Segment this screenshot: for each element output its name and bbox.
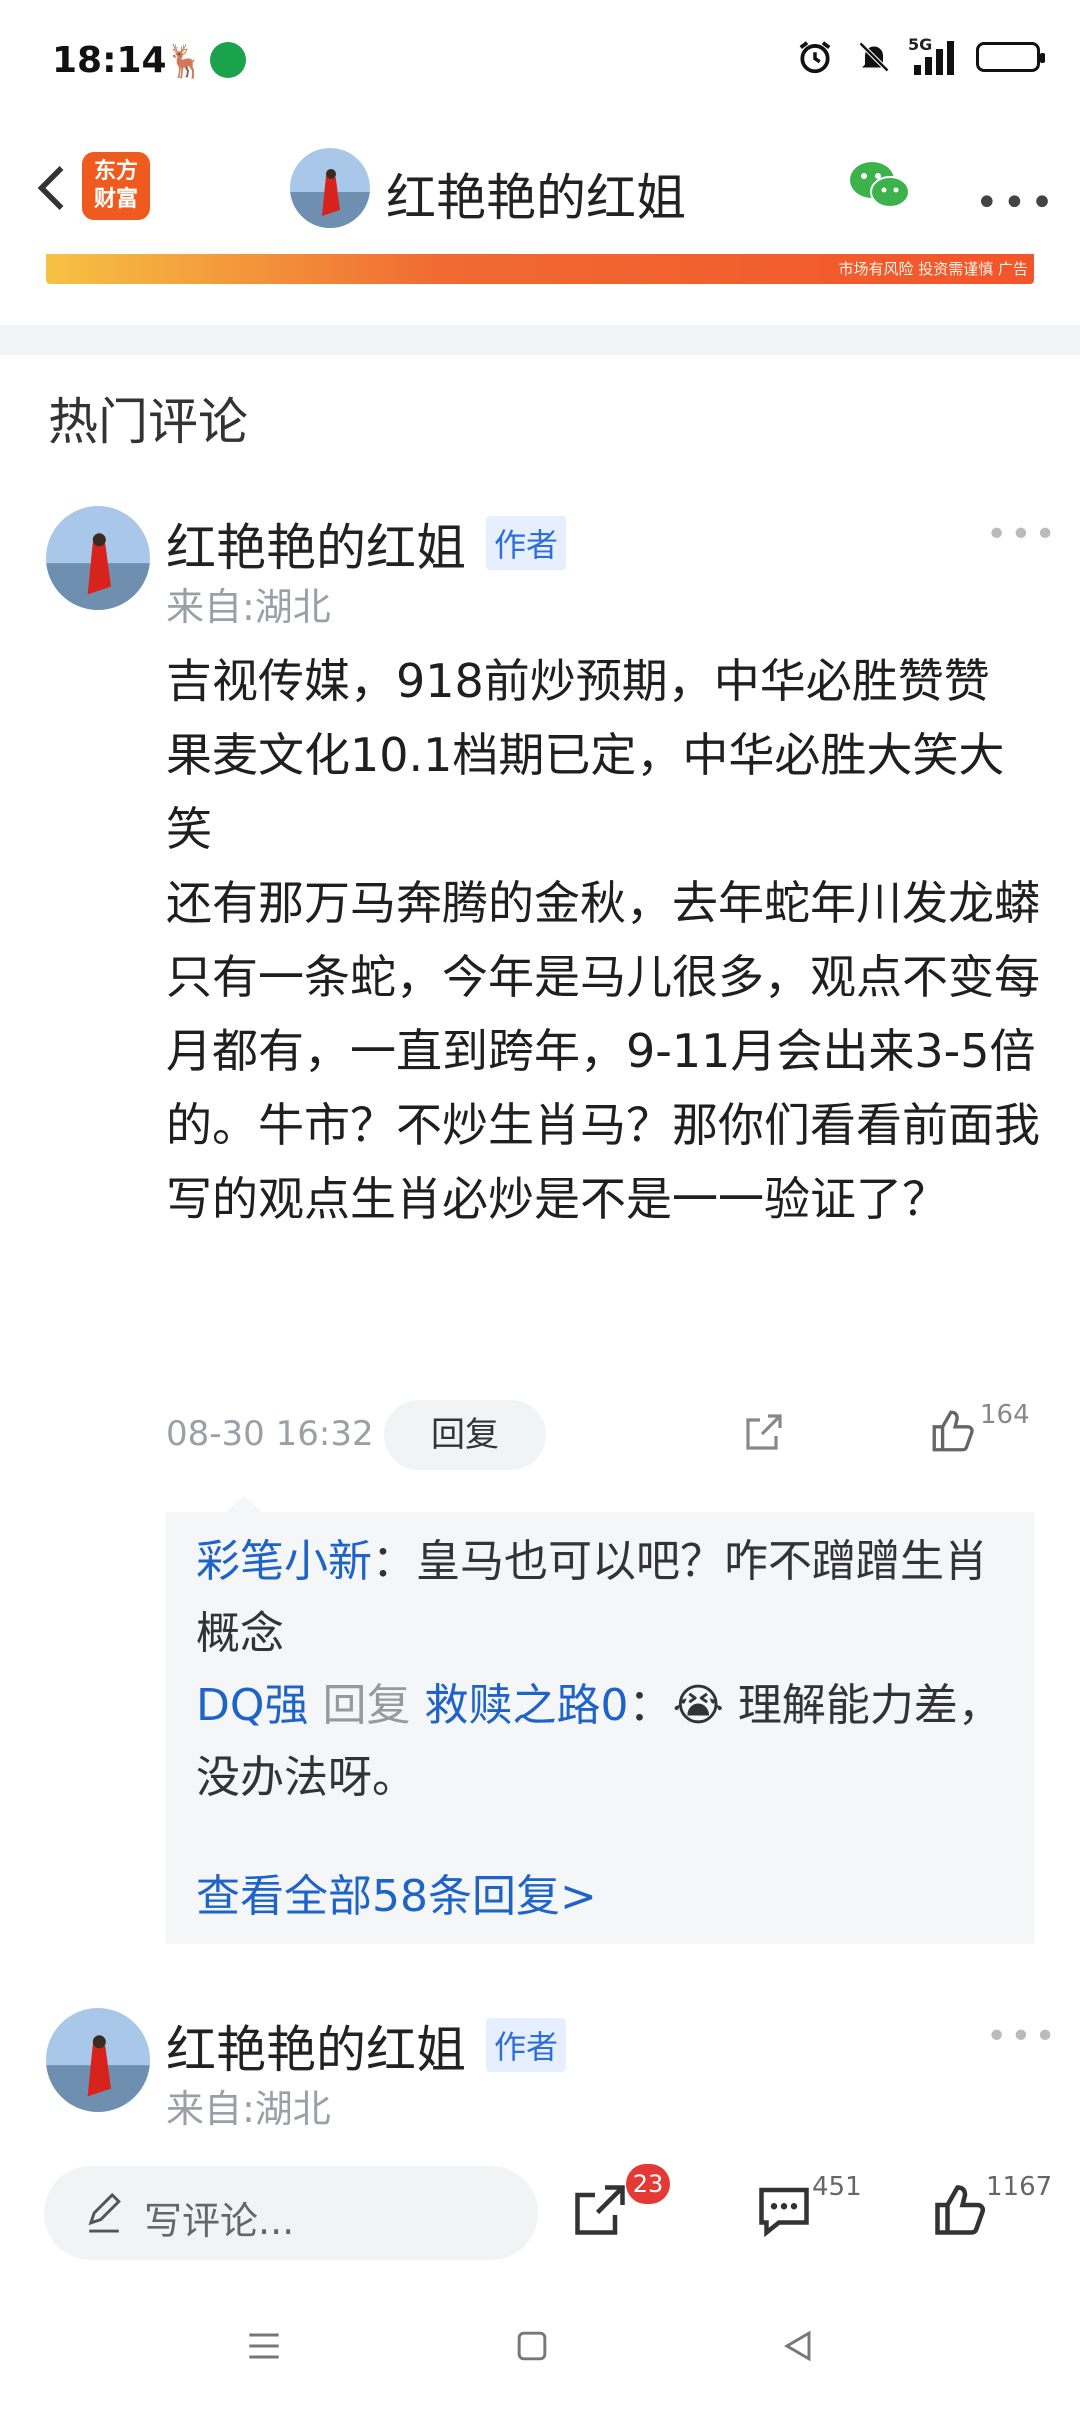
reply-colon: ： <box>628 1680 673 1731</box>
reply-word: 回复 <box>322 1680 411 1731</box>
app-notification-icon: 🦌 <box>165 42 205 80</box>
top-navbar: 东方 财富 红艳艳的红姐 ••• <box>0 140 1080 250</box>
more-options-icon[interactable]: ••• <box>975 180 1058 226</box>
avatar[interactable] <box>46 2008 150 2112</box>
like-count: 164 <box>980 1400 1030 1430</box>
author-badge: 作者 <box>486 2018 567 2072</box>
status-bar: 18:14 🦌 5G <box>0 0 1080 120</box>
reply-author[interactable]: 彩笔小新 <box>196 1536 372 1587</box>
comment-author[interactable]: 红艳艳的红姐 <box>166 508 466 580</box>
menu-icon[interactable] <box>242 2324 286 2368</box>
share-icon[interactable] <box>740 1408 788 1456</box>
video-app-icon <box>210 42 246 78</box>
avatar[interactable] <box>46 506 150 610</box>
ad-disclaimer: 市场有风险 投资需谨慎 广告 <box>838 260 1028 278</box>
bottom-action-bar: 写评论... 23 451 1167 <box>0 2148 1080 2260</box>
alarm-icon <box>799 41 831 74</box>
reply-item[interactable]: DQ强 回复 救赎之路0：😭 理解能力差，没办法呀。 <box>196 1670 1016 1814</box>
share-badge: 23 <box>626 2164 670 2204</box>
comment-more-icon[interactable]: ••• <box>986 2016 1059 2057</box>
like-icon[interactable] <box>928 1406 978 1456</box>
logo-line2: 财富 <box>93 187 138 212</box>
reply-author[interactable]: DQ强 <box>196 1680 309 1731</box>
comment-more-icon[interactable]: ••• <box>986 514 1059 555</box>
back-arrow-icon[interactable] <box>24 158 84 218</box>
status-time: 18:14 <box>52 40 167 81</box>
comment-input-placeholder: 写评论... <box>144 2199 295 2243</box>
reply-target[interactable]: 救赎之路0 <box>425 1680 629 1731</box>
like-count: 1167 <box>986 2172 1053 2202</box>
author-avatar[interactable] <box>290 148 370 228</box>
section-divider <box>0 325 1080 355</box>
reply-item[interactable]: 彩笔小新：皇马也可以吧？咋不蹭蹭生肖概念 <box>196 1526 1016 1670</box>
network-type: 5G <box>908 35 933 54</box>
page-title: 红艳艳的红姐 <box>386 169 686 227</box>
hot-comments-heading: 热门评论 <box>48 393 248 451</box>
author-badge: 作者 <box>486 516 567 570</box>
logo-line1: 东方 <box>93 159 138 184</box>
home-icon[interactable] <box>510 2324 554 2368</box>
system-navigation-bar <box>0 2296 1080 2412</box>
comment-location: 来自:湖北 <box>166 585 331 629</box>
replies-box: 彩笔小新：皇马也可以吧？咋不蹭蹭生肖概念 DQ强 回复 救赎之路0：😭 理解能力… <box>166 1496 1034 1944</box>
reply-button[interactable]: 回复 <box>384 1400 546 1470</box>
comment-count: 451 <box>812 2172 862 2202</box>
comment-body: 吉视传媒，918前炒预期，中华必胜赞赞 果麦文化10.1档期已定，中华必胜大笑大… <box>166 654 1040 1226</box>
comment-author[interactable]: 红艳艳的红姐 <box>166 2010 466 2082</box>
mute-icon <box>858 41 890 73</box>
comment-input[interactable]: 写评论... <box>44 2166 538 2260</box>
comment-icon[interactable] <box>754 2180 814 2240</box>
view-all-replies-link[interactable]: 查看全部58条回复> <box>196 1860 597 1924</box>
pencil-icon <box>88 2192 121 2233</box>
like-icon[interactable] <box>930 2180 990 2240</box>
app-logo[interactable]: 东方 财富 <box>82 152 150 220</box>
battery-icon <box>976 42 1045 72</box>
wechat-share-icon[interactable] <box>848 158 912 214</box>
signal-icon: 5G <box>908 35 954 75</box>
back-icon[interactable] <box>776 2324 820 2368</box>
comment-timestamp: 08-30 16:32 <box>166 1414 374 1454</box>
ad-banner[interactable]: 市场有风险 投资需谨慎 广告 <box>46 254 1034 284</box>
share-icon[interactable] <box>570 2180 630 2240</box>
comment-location: 来自:湖北 <box>166 2087 331 2131</box>
crying-emoji-icon: 😭 <box>672 1680 724 1731</box>
